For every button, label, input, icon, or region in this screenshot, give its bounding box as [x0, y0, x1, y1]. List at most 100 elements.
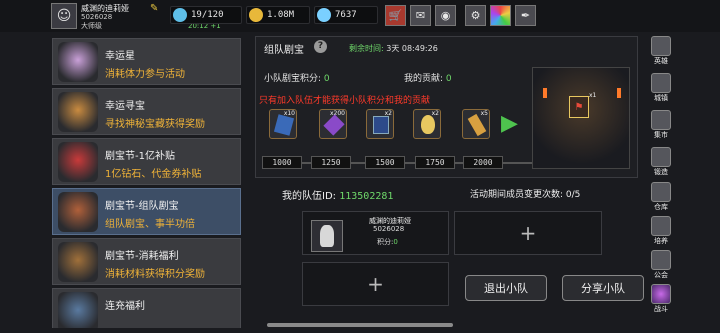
member-score: 积分:0 — [377, 237, 398, 247]
boss-reward-qty: x1 — [589, 92, 597, 99]
team-id-value: 113502281 — [339, 191, 394, 202]
sidebar-item-label: 城镇 — [654, 94, 668, 102]
list-item-title: 幸运寻宝 — [105, 101, 145, 112]
treasure-emblem-icon — [58, 92, 98, 132]
anvil-icon — [651, 147, 671, 167]
lightning-scroll-icon — [273, 114, 295, 136]
member-changes-value: 0/5 — [565, 190, 581, 200]
member-score-value: 0 — [393, 238, 398, 246]
sidebar-item[interactable]: 城镇 — [646, 73, 676, 103]
list-item[interactable]: 幸运星 消耗体力参与活动 — [52, 38, 241, 85]
team-score: 小队剧宝积分: 0 — [264, 71, 330, 84]
reward-item[interactable]: x5 — [462, 109, 490, 139]
member-avatar — [311, 220, 343, 252]
golden-horn-icon — [467, 113, 487, 137]
remaining-time: 剩余时间: 3天 08:49:26 — [349, 43, 438, 54]
purple-crystal-icon — [323, 114, 345, 136]
town-icon — [651, 73, 671, 93]
home-indicator[interactable] — [267, 323, 453, 327]
sidebar-item-label: 英雄 — [654, 57, 668, 65]
diamond-icon — [317, 8, 331, 22]
list-item[interactable]: 剧宝节-消耗福利消耗材料获得积分奖励 — [52, 238, 241, 285]
list-item[interactable]: 幸运寻宝寻找神秘宝藏获得奖励 — [52, 88, 241, 135]
dungeon-background — [533, 68, 629, 168]
treasure-chest-icon — [58, 192, 98, 232]
milestone: 1500 — [365, 156, 405, 169]
sidebar-item-label: 锻造 — [654, 168, 668, 176]
player-avatar[interactable]: ☺ — [51, 3, 77, 29]
member-score-label: 积分: — [377, 238, 394, 246]
blue-book-icon — [373, 116, 389, 134]
top-bar: ☺ 威渊的迪莉娅 5026028 大师级 ✎ 20:12 +1 19/120 1… — [0, 0, 720, 32]
member-portrait — [320, 225, 334, 247]
sidebar-item-label: 集市 — [654, 131, 668, 139]
list-item-title: 剧宝节-组队剧宝 — [105, 201, 179, 212]
torch-icon — [617, 88, 621, 98]
help-icon[interactable]: ? — [314, 40, 327, 53]
market-icon — [651, 110, 671, 130]
list-item[interactable]: 剧宝节-组队剧宝组队剧宝、事半功倍 — [52, 188, 241, 235]
empty-member-slot[interactable]: + — [302, 262, 449, 306]
guild-icon — [651, 250, 671, 270]
team-member-slot[interactable]: 威渊的迪莉娅 5026028 积分:0 — [302, 211, 449, 255]
list-item[interactable]: 剧宝节-1亿补贴 1亿钻石、代金券补贴 — [52, 138, 241, 185]
gold-value: 1.08M — [267, 10, 295, 20]
list-item-title: 剧宝节-消耗福利 — [105, 251, 179, 262]
sidebar-item[interactable]: 英雄 — [646, 36, 676, 66]
reward-item[interactable]: x2 — [366, 109, 394, 139]
gift-icon — [58, 292, 98, 328]
diamond-value: 7637 — [335, 10, 357, 20]
activity-list: 幸运星 消耗体力参与活动幸运寻宝寻找神秘宝藏获得奖励剧宝节-1亿补贴 1亿钻石、代金… — [52, 38, 241, 328]
milestone: 1750 — [415, 156, 455, 169]
reward-item[interactable]: x200 — [319, 109, 347, 139]
reward-qty: x2 — [431, 110, 439, 117]
sidebar-item-label: 战斗 — [654, 305, 668, 313]
member-changes: 活动期间成员变更次数: 0/5 — [470, 187, 580, 200]
sidebar-item[interactable]: 集市 — [646, 110, 676, 140]
milestone: 1250 — [311, 156, 351, 169]
remaining-time-label: 剩余时间: — [349, 44, 384, 53]
my-contribution: 我的贡献: 0 — [404, 71, 452, 84]
reward-item[interactable]: x2 — [413, 109, 441, 139]
team-id: 我的队伍ID: 113502281 — [282, 187, 393, 202]
gamepad-icon[interactable]: ◉ — [435, 5, 456, 26]
remaining-time-value: 3天 08:49:26 — [386, 44, 438, 53]
edit-icon[interactable]: ✎ — [150, 3, 162, 15]
battle-portal-icon — [651, 284, 671, 304]
settings-gear-icon[interactable]: ⚙ — [465, 5, 486, 26]
game-screen: ☺ 威渊的迪莉娅 5026028 大师级 ✎ 20:12 +1 19/120 1… — [0, 0, 720, 333]
member-id: 5026028 — [373, 225, 405, 233]
team-id-label: 我的队伍ID: — [282, 191, 337, 202]
hero-armor-icon — [651, 36, 671, 56]
list-item-desc: 消耗材料获得积分奖励 — [105, 269, 205, 280]
list-item-desc: 组队剧宝、事半功倍 — [105, 219, 195, 230]
empty-member-slot[interactable]: + — [454, 211, 602, 255]
gold-resource: 1.08M — [246, 6, 310, 24]
feather-icon[interactable]: ✒ — [515, 5, 536, 26]
wooden-chest-icon — [58, 242, 98, 282]
color-wheel-icon[interactable] — [490, 5, 511, 26]
my-contribution-value: 0 — [445, 74, 452, 84]
list-item-title: 剧宝节-1亿补贴 — [105, 151, 175, 162]
player-title: 大师级 — [81, 22, 102, 30]
sidebar-item[interactable]: 锻造 — [646, 147, 676, 177]
mail-icon[interactable]: ✉ — [410, 5, 431, 26]
share-team-button[interactable]: 分享小队 — [562, 275, 644, 301]
shop-cart-icon[interactable]: 🛒 — [385, 5, 406, 26]
sidebar-item[interactable]: 培养 — [646, 216, 676, 246]
reward-item[interactable]: x10 — [269, 109, 297, 139]
trophy-icon — [651, 216, 671, 236]
ruby-flower-icon — [58, 142, 98, 182]
milestone: 1000 — [262, 156, 302, 169]
list-item-desc: 寻找神秘宝藏获得奖励 — [105, 119, 205, 130]
reward-qty: x5 — [480, 110, 488, 117]
next-rewards-arrow-icon[interactable]: ▶ — [501, 109, 518, 139]
leave-team-button[interactable]: 退出小队 — [465, 275, 547, 301]
sidebar-item[interactable]: 公会 — [646, 250, 676, 280]
list-item[interactable]: 连充福利 — [52, 288, 241, 328]
add-member-icon: + — [367, 272, 384, 296]
player-id: 5026028 — [81, 13, 113, 21]
boss-scene-image[interactable]: ⚑ x1 — [532, 67, 630, 169]
sidebar-item[interactable]: 仓库 — [646, 182, 676, 212]
sidebar-item[interactable]: 战斗 — [646, 284, 676, 314]
